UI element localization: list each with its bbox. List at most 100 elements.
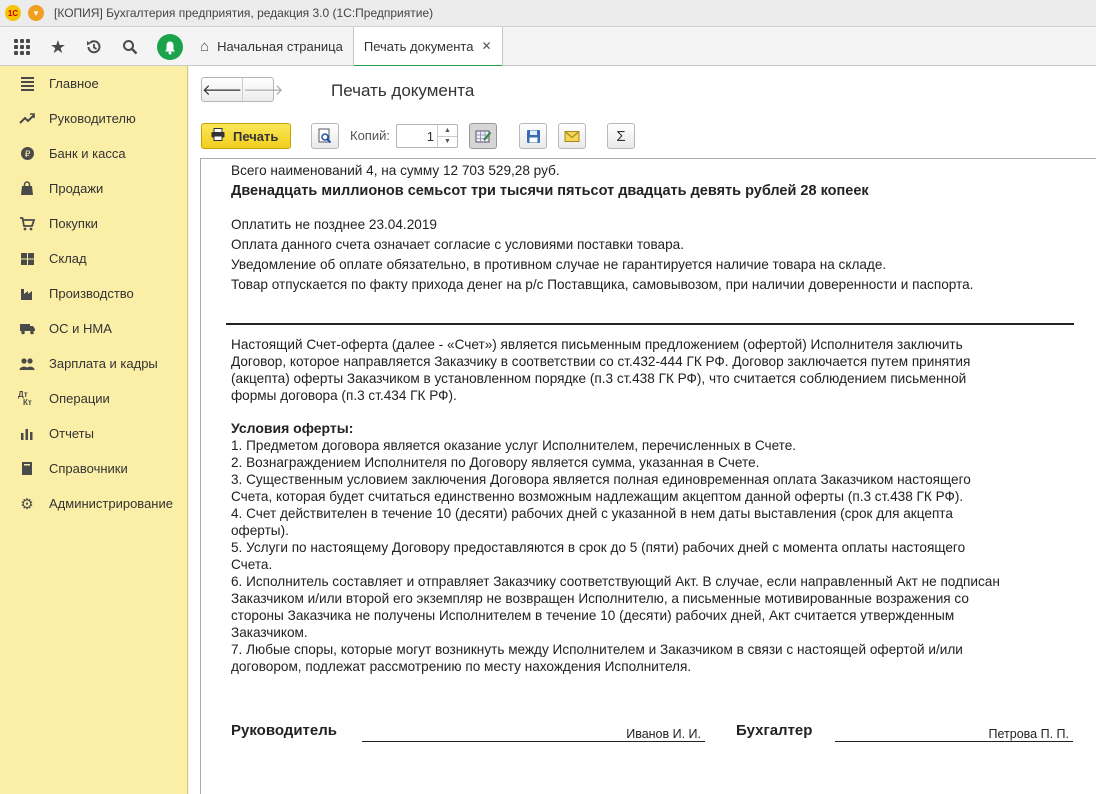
payment-line: Оплата данного счета означает согласие с… — [231, 237, 684, 252]
tab-home[interactable]: ⌂ Начальная страница — [190, 27, 353, 66]
accountant-signature-label: Бухгалтер — [736, 722, 813, 739]
sidebar-item-label: Зарплата и кадры — [49, 356, 158, 371]
search-icon — [123, 40, 138, 55]
arrow-right-icon: 🡒 — [243, 82, 284, 99]
sidebar-item-label: Производство — [49, 286, 134, 301]
notifications-button[interactable] — [155, 32, 185, 62]
condition-line: оферты). — [231, 523, 289, 538]
truck-icon — [18, 321, 36, 337]
conditions-list: 1. Предметом договора является оказание … — [231, 437, 1081, 675]
sidebar-item-production[interactable]: Производство — [0, 276, 187, 311]
head-signature-label: Руководитель — [231, 722, 337, 739]
sidebar-item-administration[interactable]: ⚙ Администрирование — [0, 486, 187, 521]
condition-line: Счета. — [231, 557, 273, 572]
invoice-summary: Всего наименований 4, на сумму 12 703 52… — [231, 163, 560, 178]
envelope-icon — [564, 130, 580, 142]
preview-icon — [318, 128, 332, 144]
condition-line: 2. Вознаграждением Исполнителя по Догово… — [231, 455, 760, 470]
accountant-signature-name: Петрова П. П. — [988, 727, 1069, 741]
condition-line: стороны Заказчика не получены Исполнител… — [231, 608, 955, 623]
history-button[interactable] — [79, 32, 109, 62]
accountant-signature-line — [835, 741, 1073, 742]
save-button[interactable] — [519, 123, 547, 149]
payment-line: Уведомление об оплате обязательно, в про… — [231, 257, 887, 272]
print-button-label: Печать — [233, 128, 279, 144]
head-signature-line — [362, 741, 705, 742]
conditions-title: Условия оферты: — [231, 420, 354, 436]
window-title: [КОПИЯ] Бухгалтерия предприятия, редакци… — [54, 6, 434, 20]
offer-line: Настоящий Счет-оферта (далее - «Счет») я… — [231, 337, 963, 352]
edit-mode-button[interactable] — [469, 123, 497, 149]
offer-text: Настоящий Счет-оферта (далее - «Счет») я… — [231, 336, 1081, 404]
history-icon — [87, 40, 101, 54]
condition-line: 6. Исполнитель составляет и отправляет З… — [231, 574, 1000, 589]
bar-chart-icon — [18, 426, 36, 442]
search-button[interactable] — [115, 32, 145, 62]
signature-block: Руководитель Иванов И. И. Бухгалтер Петр… — [231, 719, 1081, 749]
edit-table-icon — [475, 130, 491, 142]
sidebar-item-label: Главное — [49, 76, 99, 91]
sidebar-item-label: Отчеты — [49, 426, 94, 441]
sidebar-item-label: Администрирование — [49, 496, 173, 511]
factory-icon — [18, 286, 36, 302]
sidebar-item-salary[interactable]: Зарплата и кадры — [0, 346, 187, 381]
condition-line: 3. Существенным условием заключения Дого… — [231, 472, 971, 487]
people-icon — [18, 356, 36, 372]
history-nav: 🡐 🡒 — [201, 77, 283, 102]
print-button[interactable]: Печать — [201, 123, 291, 149]
favorites-button[interactable]: ★ — [43, 32, 73, 62]
app-logo-icon[interactable]: 1С — [5, 5, 21, 21]
dt-kt-icon: Дт Кт — [18, 389, 32, 407]
condition-line: 1. Предметом договора является оказание … — [231, 438, 797, 453]
sidebar-item-manager[interactable]: Руководителю — [0, 101, 187, 136]
copies-input[interactable] — [397, 125, 437, 147]
condition-line: Заказчиком. — [231, 625, 308, 640]
sidebar-item-label: Руководителю — [49, 111, 136, 126]
sigma-icon: Σ — [616, 127, 626, 145]
offer-section: Настоящий Счет-оферта (далее - «Счет») я… — [231, 336, 1081, 675]
condition-line: 5. Услуги по настоящему Договору предост… — [231, 540, 966, 555]
main-area: 🡐 🡒 Печать документа Печать Копий: ▲ ▼ — [189, 66, 1096, 794]
arrow-left-icon: 🡐 — [202, 82, 243, 99]
back-button[interactable]: 🡐 — [202, 78, 242, 101]
sidebar-item-bank[interactable]: ₽ Банк и касса — [0, 136, 187, 171]
menu-lines-icon — [18, 76, 36, 92]
sidebar-item-sales[interactable]: Продажи — [0, 171, 187, 206]
copies-spin: ▲ ▼ — [437, 125, 457, 147]
page-title: Печать документа — [331, 81, 475, 100]
bell-icon — [157, 34, 183, 60]
sidebar-item-reports[interactable]: Отчеты — [0, 416, 187, 451]
top-panel: ★ ⌂ Начальная страница Печать документа — [0, 27, 1096, 67]
sidebar-item-label: Справочники — [49, 461, 128, 476]
main-menu-dropdown-icon[interactable]: ▾ — [28, 5, 44, 21]
amount-in-words: Двенадцать миллионов семьсот три тысячи … — [231, 183, 869, 199]
sidebar-item-warehouse[interactable]: Склад — [0, 241, 187, 276]
book-icon — [18, 461, 36, 477]
condition-line: Заказчиком и/или второй его экземпляр не… — [231, 591, 969, 606]
tab-print-document[interactable]: Печать документа ✕ — [352, 27, 503, 67]
sections-sidebar: Главное Руководителю ₽ Банк и касса Прод… — [0, 66, 188, 794]
print-toolbar: Печать Копий: ▲ ▼ Σ — [201, 123, 1081, 149]
sections-menu-button[interactable] — [7, 32, 37, 62]
grid-icon — [14, 39, 30, 55]
sidebar-item-operations[interactable]: Дт Кт Операции — [0, 381, 187, 416]
condition-line: 7. Любые споры, которые могут возникнуть… — [231, 642, 963, 657]
tab-label: Печать документа — [363, 38, 474, 54]
forward-button[interactable]: 🡒 — [242, 78, 283, 101]
bag-icon — [18, 181, 36, 197]
sum-button[interactable]: Σ — [607, 123, 635, 149]
preview-button[interactable] — [311, 123, 339, 149]
head-signature-name: Иванов И. И. — [626, 727, 701, 741]
sidebar-item-catalogs[interactable]: Справочники — [0, 451, 187, 486]
sidebar-item-purchases[interactable]: Покупки — [0, 206, 187, 241]
sidebar-item-fixed-assets[interactable]: ОС и НМА — [0, 311, 187, 346]
payment-line: Товар отпускается по факту прихода денег… — [231, 277, 974, 292]
window-titlebar: 1С ▾ [КОПИЯ] Бухгалтерия предприятия, ре… — [0, 0, 1096, 27]
close-icon[interactable]: ✕ — [481, 39, 491, 53]
sidebar-item-main[interactable]: Главное — [0, 66, 187, 101]
copies-stepper[interactable]: ▲ ▼ — [396, 124, 458, 148]
document-viewer[interactable]: Всего наименований 4, на сумму 12 703 52… — [200, 158, 1096, 794]
send-email-button[interactable] — [558, 123, 586, 149]
spin-down-icon[interactable]: ▼ — [438, 137, 457, 148]
spin-up-icon[interactable]: ▲ — [438, 125, 457, 137]
